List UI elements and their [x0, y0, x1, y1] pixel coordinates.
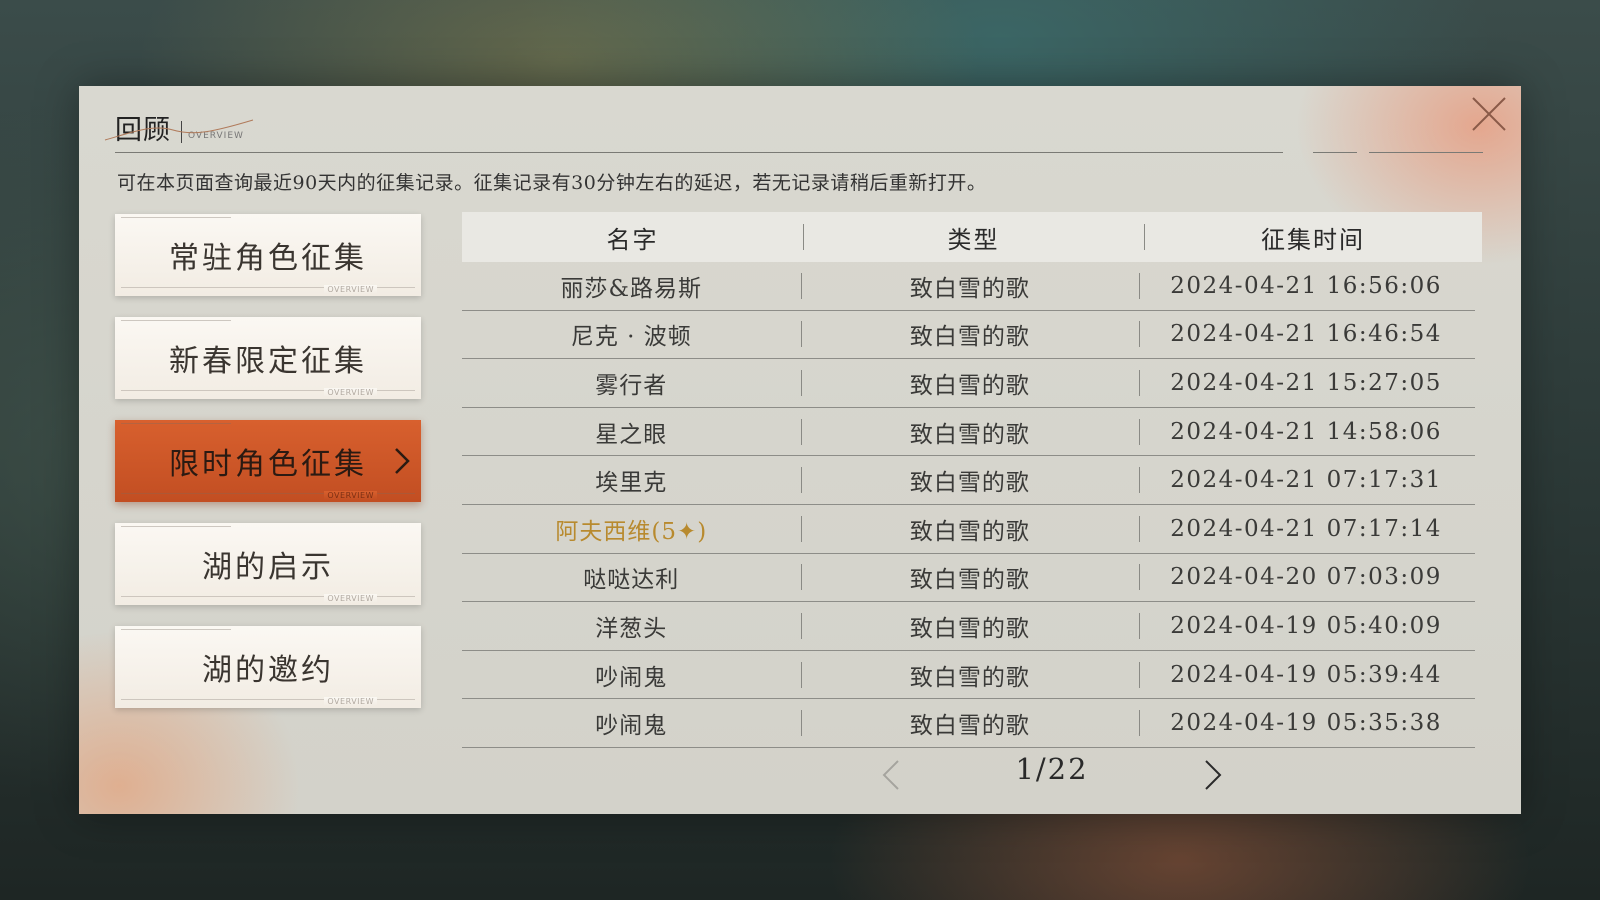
column-header-name: 名字	[606, 225, 659, 254]
tab-label: 限时角色征集	[169, 447, 367, 482]
chevron-right-icon	[395, 448, 410, 474]
table-row: 洋葱头 致白雪的歌 2024-04-19 05:40:09	[462, 602, 1475, 651]
cell-name: 丽莎&路易斯	[560, 275, 703, 302]
cell-time: 2024-04-21 07:17:14	[1139, 516, 1475, 542]
table-row: 阿夫西维(5✦) 致白雪的歌 2024-04-21 07:17:14	[462, 505, 1475, 554]
cell-name: 吵闹鬼	[595, 713, 668, 740]
cell-type: 致白雪的歌	[801, 609, 1140, 643]
cell-name: 埃里克	[595, 470, 668, 497]
tab-new-year-recruit[interactable]: 新春限定征集 OVERVIEW	[115, 317, 421, 399]
cell-time: 2024-04-21 15:27:05	[1139, 370, 1475, 396]
cell-type: 致白雪的歌	[801, 415, 1140, 449]
tab-limited-recruit[interactable]: 限时角色征集 OVERVIEW	[115, 420, 421, 502]
tab-lake-revelation[interactable]: 湖的启示 OVERVIEW	[115, 523, 421, 605]
chevron-left-icon[interactable]	[880, 758, 902, 792]
cell-time: 2024-04-19 05:39:44	[1139, 662, 1475, 688]
table-body: 丽莎&路易斯 致白雪的歌 2024-04-21 16:56:06 尼克 · 波顿 致白雪…	[462, 262, 1482, 748]
header-rule-end	[1369, 152, 1483, 153]
table-row: 吵闹鬼 致白雪的歌 2024-04-19 05:39:44	[462, 651, 1475, 700]
cell-name: 洋葱头	[595, 615, 668, 642]
table-row: 星之眼 致白雪的歌 2024-04-21 14:58:06	[462, 408, 1475, 457]
cell-time: 2024-04-21 16:46:54	[1139, 321, 1475, 347]
tab-decoration	[121, 526, 231, 527]
page-indicator: 1/22	[1015, 752, 1089, 786]
table-row: 哒哒达利 致白雪的歌 2024-04-20 07:03:09	[462, 554, 1475, 603]
header-rule	[115, 152, 1283, 153]
cell-type: 致白雪的歌	[801, 269, 1140, 303]
cell-time: 2024-04-21 14:58:06	[1139, 419, 1475, 445]
tab-decoration	[121, 629, 231, 630]
tab-overview-text: OVERVIEW	[324, 388, 377, 397]
chevron-right-icon[interactable]	[1202, 758, 1224, 792]
cell-type: 致白雪的歌	[801, 658, 1140, 692]
column-header-type: 类型	[803, 220, 1144, 255]
close-icon[interactable]	[1467, 92, 1511, 136]
tab-label: 湖的邀约	[202, 653, 334, 688]
records-panel: 回顾 OVERVIEW 可在本页面查询最近90天内的征集记录。征集记录有30分钟…	[79, 86, 1521, 814]
cell-time: 2024-04-20 07:03:09	[1139, 564, 1475, 590]
table-row: 雾行者 致白雪的歌 2024-04-21 15:27:05	[462, 359, 1475, 408]
cell-name: 哒哒达利	[583, 567, 680, 594]
table-row: 尼克 · 波顿 致白雪的歌 2024-04-21 16:46:54	[462, 311, 1475, 360]
cell-type: 致白雪的歌	[801, 512, 1140, 546]
title-swoosh-decoration	[104, 119, 254, 141]
cell-type: 致白雪的歌	[801, 463, 1140, 497]
cell-time: 2024-04-21 16:56:06	[1139, 273, 1475, 299]
cell-name: 星之眼	[595, 421, 668, 448]
description-text: 可在本页面查询最近90天内的征集记录。征集记录有30分钟左右的延迟，若无记录请稍…	[117, 172, 987, 194]
tab-label: 湖的启示	[202, 550, 334, 585]
cell-type: 致白雪的歌	[801, 560, 1140, 594]
cell-time: 2024-04-19 05:35:38	[1139, 710, 1475, 736]
records-table: 名字 类型 征集时间 丽莎&路易斯 致白雪的歌 2024-04-21 16:56:0…	[462, 212, 1482, 748]
tab-decoration	[121, 320, 231, 321]
cell-type: 致白雪的歌	[801, 706, 1140, 740]
tab-standard-recruit[interactable]: 常驻角色征集 OVERVIEW	[115, 214, 421, 296]
tab-decoration	[121, 217, 231, 218]
table-row: 吵闹鬼 致白雪的歌 2024-04-19 05:35:38	[462, 699, 1475, 748]
cell-name: 雾行者	[595, 372, 668, 399]
cell-type: 致白雪的歌	[801, 366, 1140, 400]
cell-name: 吵闹鬼	[595, 664, 668, 691]
header-rule-short	[1313, 152, 1357, 153]
tab-label: 常驻角色征集	[169, 241, 367, 276]
tab-decoration	[121, 423, 231, 424]
table-row: 丽莎&路易斯 致白雪的歌 2024-04-21 16:56:06	[462, 262, 1475, 311]
tab-label: 新春限定征集	[169, 344, 367, 379]
cell-time: 2024-04-19 05:40:09	[1139, 613, 1475, 639]
table-header: 名字 类型 征集时间	[462, 212, 1482, 262]
cell-name: 尼克 · 波顿	[570, 324, 692, 351]
tab-overview-text: OVERVIEW	[324, 285, 377, 294]
cell-name: 阿夫西维(5✦)	[555, 518, 708, 545]
pagination: 1/22	[462, 748, 1475, 794]
tab-overview-text: OVERVIEW	[324, 594, 377, 603]
tab-lake-invitation[interactable]: 湖的邀约 OVERVIEW	[115, 626, 421, 708]
category-tabs: 常驻角色征集 OVERVIEW 新春限定征集 OVERVIEW 限时角色征集 O…	[115, 214, 421, 729]
tab-overview-text: OVERVIEW	[324, 491, 377, 500]
cell-time: 2024-04-21 07:17:31	[1139, 467, 1475, 493]
column-header-time: 征集时间	[1144, 220, 1482, 255]
cell-type: 致白雪的歌	[801, 317, 1140, 351]
tab-overview-text: OVERVIEW	[324, 697, 377, 706]
table-row: 埃里克 致白雪的歌 2024-04-21 07:17:31	[462, 456, 1475, 505]
